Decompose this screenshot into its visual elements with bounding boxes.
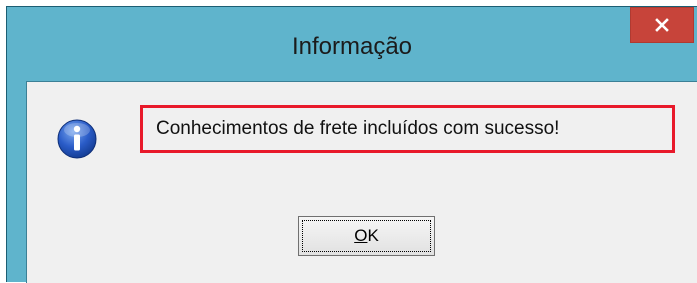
dialog-window: Informação Conhecimentos de frete incluí… xyxy=(6,6,697,283)
dialog-body: Conhecimentos de frete incluídos com suc… xyxy=(26,81,697,283)
message-text: Conhecimentos de frete incluídos com suc… xyxy=(156,118,560,139)
ok-button[interactable]: OK xyxy=(298,216,435,256)
ok-label-rest: K xyxy=(367,226,379,245)
title-bar[interactable]: Informação xyxy=(7,7,697,81)
info-icon xyxy=(57,119,97,159)
dialog-title: Informação xyxy=(291,33,413,60)
close-button[interactable] xyxy=(630,7,694,43)
ok-mnemonic: O xyxy=(354,226,368,245)
ok-button-label: OK xyxy=(299,217,434,255)
close-icon xyxy=(655,18,669,32)
message-highlight: Conhecimentos de frete incluídos com suc… xyxy=(140,105,675,153)
